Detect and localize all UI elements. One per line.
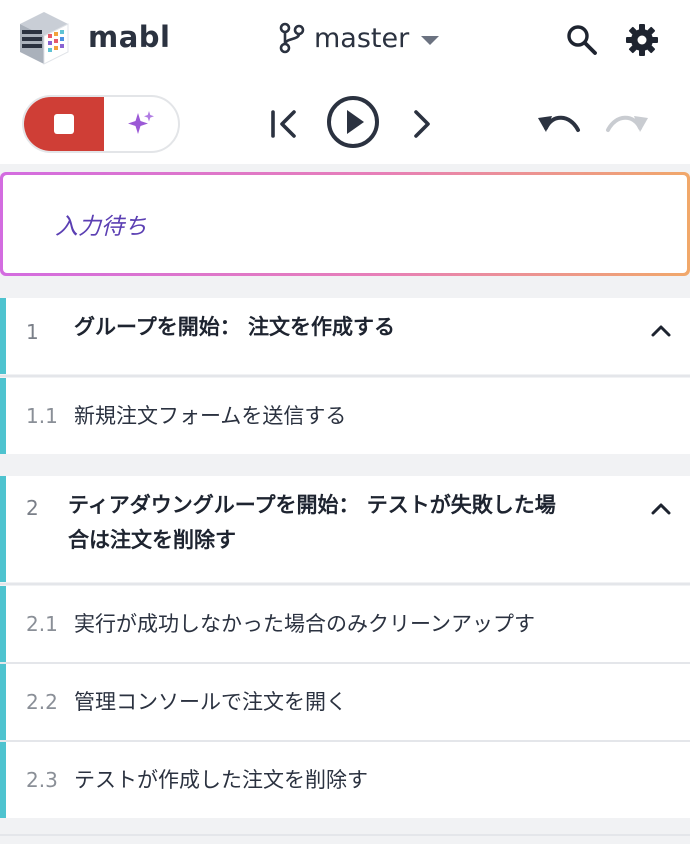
step-row[interactable]: 1.1 新規注文フォームを送信する xyxy=(0,378,690,454)
step-number: 2.1 xyxy=(26,612,58,636)
chevron-up-icon[interactable] xyxy=(650,498,672,520)
group-number: 2 xyxy=(26,496,39,520)
divider xyxy=(0,834,690,836)
branch-selector[interactable]: master xyxy=(278,20,440,56)
step-title: 新規注文フォームを送信する xyxy=(74,404,347,428)
step-group-2[interactable]: 2 ティアダウングループを開始： テストが失敗した場 合は注文を削除す xyxy=(0,476,690,582)
group-title-line-2: 合は注文を削除す xyxy=(68,528,236,552)
divider xyxy=(0,583,690,585)
step-number: 2.2 xyxy=(26,690,58,714)
redo-icon[interactable] xyxy=(604,108,650,142)
chevron-up-icon[interactable] xyxy=(650,320,672,342)
chevron-down-icon xyxy=(421,35,440,45)
step-row[interactable]: 2.1 実行が成功しなかった場合のみクリーンアップす xyxy=(0,586,690,662)
recorder-toolbar xyxy=(0,82,690,164)
status-panel: 入力待ち xyxy=(0,172,690,276)
undo-icon[interactable] xyxy=(536,108,582,142)
step-title: 実行が成功しなかった場合のみクリーンアップす xyxy=(74,612,535,636)
brand-name: mabl xyxy=(88,20,171,54)
group-title: グループを開始： 注文を作成する xyxy=(74,315,396,339)
mabl-logo-icon xyxy=(20,12,69,65)
step-row[interactable]: 2.2 管理コンソールで注文を開く xyxy=(0,664,690,740)
ai-assist-button[interactable] xyxy=(104,97,178,151)
step-row[interactable]: 2.3 テストが作成した注文を削除す xyxy=(0,742,690,818)
step-number: 1.1 xyxy=(26,404,58,428)
stop-recording-button[interactable] xyxy=(24,97,104,151)
branch-name: master xyxy=(314,22,410,54)
recording-controls xyxy=(22,95,180,153)
group-title-line-1: ティアダウングループを開始： テストが失敗した場 xyxy=(68,493,556,517)
sparkle-icon xyxy=(128,111,154,134)
step-title: テストが作成した注文を削除す xyxy=(74,768,368,792)
divider xyxy=(0,375,690,377)
step-title: 管理コンソールで注文を開く xyxy=(74,690,347,714)
gear-icon[interactable] xyxy=(624,22,660,58)
status-text: 入力待ち xyxy=(55,214,147,240)
search-icon[interactable] xyxy=(564,22,600,58)
group-number: 1 xyxy=(26,320,39,344)
play-icon xyxy=(347,110,364,134)
app-header: mabl master xyxy=(0,0,690,82)
git-branch-icon xyxy=(279,22,305,54)
play-button[interactable] xyxy=(325,94,381,150)
status-inner: 入力待ち xyxy=(3,175,687,273)
chevron-right-icon[interactable] xyxy=(408,108,434,140)
step-number: 2.3 xyxy=(26,768,58,792)
skip-to-start-icon[interactable] xyxy=(268,108,302,140)
stop-icon xyxy=(54,114,74,134)
step-group-1[interactable]: 1 グループを開始： 注文を作成する xyxy=(0,298,690,374)
